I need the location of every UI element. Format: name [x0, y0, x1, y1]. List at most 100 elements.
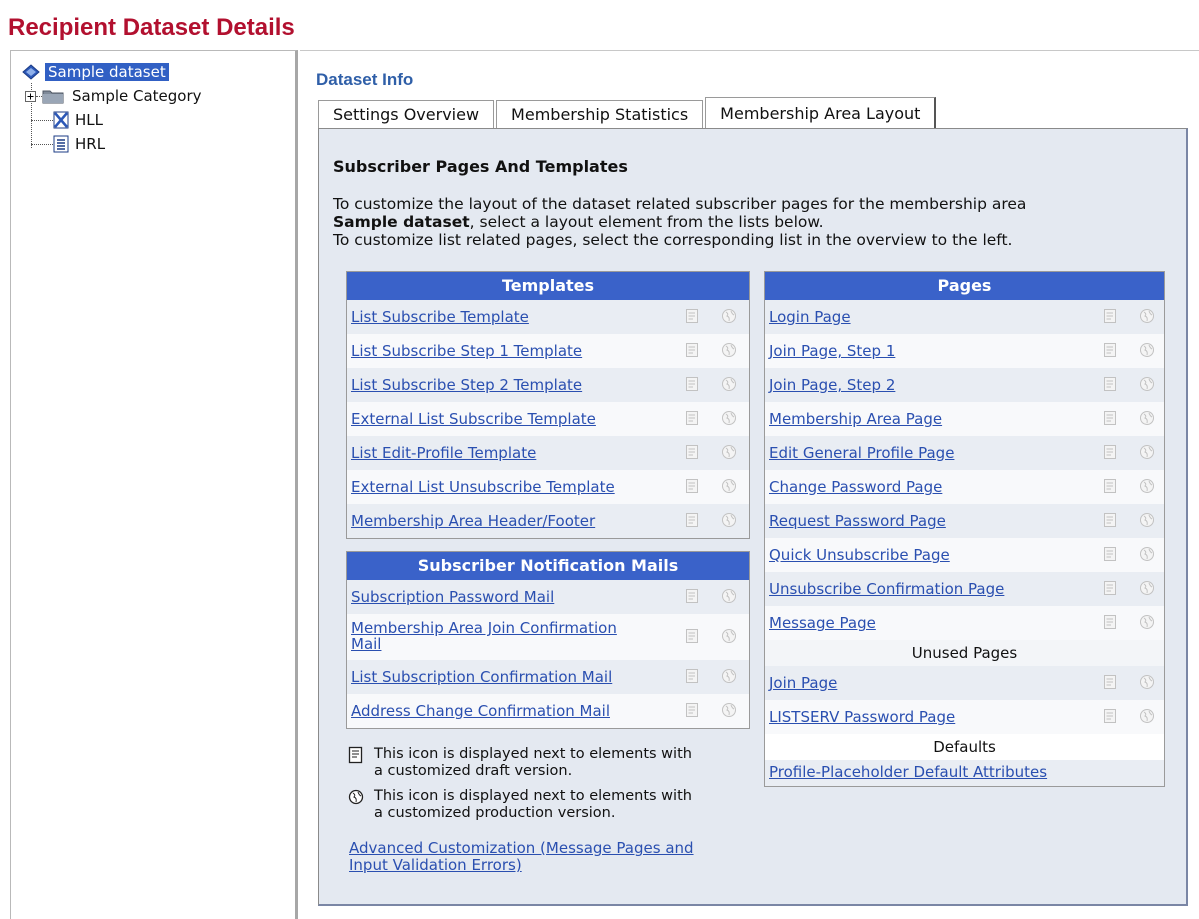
- list-item: Join Page, Step 1: [765, 334, 1164, 368]
- globe-icon[interactable]: [721, 668, 737, 684]
- legend-draft-line-1: This icon is displayed next to elements …: [374, 746, 692, 762]
- list-item-link[interactable]: Join Page, Step 1: [769, 342, 895, 360]
- pages-panel: Pages Login Page Join Page, Step 1 Join Pa…: [764, 271, 1165, 787]
- list-item-link[interactable]: Unsubscribe Confirmation Page: [769, 580, 1004, 598]
- draft-icon[interactable]: [685, 512, 699, 528]
- list-item-link[interactable]: Join Page, Step 2: [769, 376, 895, 394]
- globe-icon[interactable]: [721, 628, 737, 644]
- draft-icon[interactable]: [685, 478, 699, 494]
- draft-icon[interactable]: [685, 410, 699, 426]
- list-item-link[interactable]: List Edit-Profile Template: [351, 444, 536, 462]
- advanced-link-line-2[interactable]: Input Validation Errors): [349, 857, 694, 874]
- list-item-link[interactable]: Membership Area Header/Footer: [351, 512, 595, 530]
- list-item-link[interactable]: Request Password Page: [769, 512, 946, 530]
- tab-membership-statistics[interactable]: Membership Statistics: [496, 100, 704, 128]
- globe-icon[interactable]: [1139, 580, 1155, 596]
- list-item-link[interactable]: List Subscribe Step 1 Template: [351, 342, 582, 360]
- list-item: Quick Unsubscribe Page: [765, 538, 1164, 572]
- list-item-link[interactable]: Join Page: [769, 674, 837, 692]
- globe-icon[interactable]: [1139, 342, 1155, 358]
- globe-icon[interactable]: [721, 410, 737, 426]
- tree-root-item[interactable]: Sample dataset: [21, 63, 169, 81]
- draft-icon[interactable]: [1103, 478, 1117, 494]
- draft-icon[interactable]: [685, 444, 699, 460]
- globe-icon[interactable]: [1139, 478, 1155, 494]
- draft-icon[interactable]: [1103, 444, 1117, 460]
- draft-icon[interactable]: [1103, 512, 1117, 528]
- globe-icon[interactable]: [721, 342, 737, 358]
- draft-icon[interactable]: [1103, 308, 1117, 324]
- draft-icon[interactable]: [685, 702, 699, 718]
- globe-icon[interactable]: [1139, 376, 1155, 392]
- tab-membership-area-layout[interactable]: Membership Area Layout: [705, 97, 937, 128]
- globe-icon[interactable]: [721, 512, 737, 528]
- draft-icon[interactable]: [685, 668, 699, 684]
- globe-icon[interactable]: [721, 308, 737, 324]
- legend-prod-line-2: a customized production version.: [374, 805, 616, 821]
- draft-icon[interactable]: [1103, 546, 1117, 562]
- globe-icon[interactable]: [1139, 546, 1155, 562]
- globe-icon[interactable]: [1139, 308, 1155, 324]
- list-item-link[interactable]: External List Subscribe Template: [351, 410, 596, 428]
- globe-icon[interactable]: [1139, 708, 1155, 724]
- list-item-link[interactable]: List Subscribe Template: [351, 308, 529, 326]
- list-hrl-icon: [53, 135, 69, 153]
- tree-item-hll[interactable]: HLL: [31, 111, 103, 129]
- list-item-link[interactable]: Login Page: [769, 308, 851, 326]
- globe-icon[interactable]: [1139, 614, 1155, 630]
- draft-icon[interactable]: [1103, 674, 1117, 690]
- tree-root-label: Sample dataset: [45, 63, 169, 81]
- tree-item-hrl[interactable]: HRL: [31, 135, 105, 153]
- list-item-link[interactable]: Subscription Password Mail: [351, 588, 554, 606]
- list-item: List Subscribe Step 2 Template: [347, 368, 749, 402]
- templates-panel: Templates List Subscribe Template List Su…: [346, 271, 750, 539]
- globe-icon[interactable]: [721, 588, 737, 604]
- list-item-link[interactable]: Quick Unsubscribe Page: [769, 546, 950, 564]
- globe-icon[interactable]: [1139, 410, 1155, 426]
- list-item-link[interactable]: List Subscribe Step 2 Template: [351, 376, 582, 394]
- globe-icon[interactable]: [721, 702, 737, 718]
- list-item-link[interactable]: Membership Area Page: [769, 410, 942, 428]
- advanced-customization-link[interactable]: Advanced Customization (Message Pages an…: [349, 840, 694, 874]
- draft-icon[interactable]: [1103, 614, 1117, 630]
- list-item: Subscription Password Mail: [347, 580, 749, 614]
- globe-icon[interactable]: [1139, 674, 1155, 690]
- globe-icon[interactable]: [721, 376, 737, 392]
- expand-plus-icon[interactable]: [25, 90, 36, 102]
- list-item-link[interactable]: LISTSERV Password Page: [769, 708, 955, 726]
- list-item: Join Page: [765, 666, 1164, 700]
- tab-settings-overview[interactable]: Settings Overview: [318, 100, 495, 128]
- section-title: Dataset Info: [316, 70, 414, 89]
- draft-icon[interactable]: [1103, 708, 1117, 724]
- draft-icon[interactable]: [1103, 376, 1117, 392]
- list-item-link[interactable]: Address Change Confirmation Mail: [351, 702, 610, 720]
- draft-icon[interactable]: [1103, 342, 1117, 358]
- globe-icon[interactable]: [721, 478, 737, 494]
- tree-item-sample-category[interactable]: Sample Category: [25, 87, 202, 105]
- list-item: Message Page: [765, 606, 1164, 640]
- draft-icon[interactable]: [1103, 580, 1117, 596]
- draft-icon: [348, 746, 364, 764]
- globe-icon[interactable]: [1139, 512, 1155, 528]
- list-item: Join Page, Step 2: [765, 368, 1164, 402]
- list-item-link[interactable]: Message Page: [769, 614, 876, 632]
- draft-icon[interactable]: [685, 342, 699, 358]
- draft-icon[interactable]: [685, 308, 699, 324]
- draft-icon[interactable]: [685, 376, 699, 392]
- list-item-link[interactable]: Membership Area Join Confirmation Mail: [351, 620, 651, 652]
- list-item: Change Password Page: [765, 470, 1164, 504]
- list-item: External List Subscribe Template: [347, 402, 749, 436]
- draft-icon[interactable]: [1103, 410, 1117, 426]
- draft-icon[interactable]: [685, 628, 699, 644]
- list-item-link[interactable]: External List Unsubscribe Template: [351, 478, 615, 496]
- list-item-link[interactable]: List Subscription Confirmation Mail: [351, 668, 612, 686]
- list-item-link[interactable]: Edit General Profile Page: [769, 444, 954, 462]
- list-item: List Subscribe Step 1 Template: [347, 334, 749, 368]
- profile-placeholder-defaults-link[interactable]: Profile-Placeholder Default Attributes: [769, 763, 1047, 781]
- draft-icon[interactable]: [685, 588, 699, 604]
- globe-icon[interactable]: [1139, 444, 1155, 460]
- globe-icon[interactable]: [721, 444, 737, 460]
- list-item-link[interactable]: Change Password Page: [769, 478, 942, 496]
- advanced-link-line-1[interactable]: Advanced Customization (Message Pages an…: [349, 840, 694, 857]
- list-item: Membership Area Join Confirmation Mail: [347, 614, 749, 660]
